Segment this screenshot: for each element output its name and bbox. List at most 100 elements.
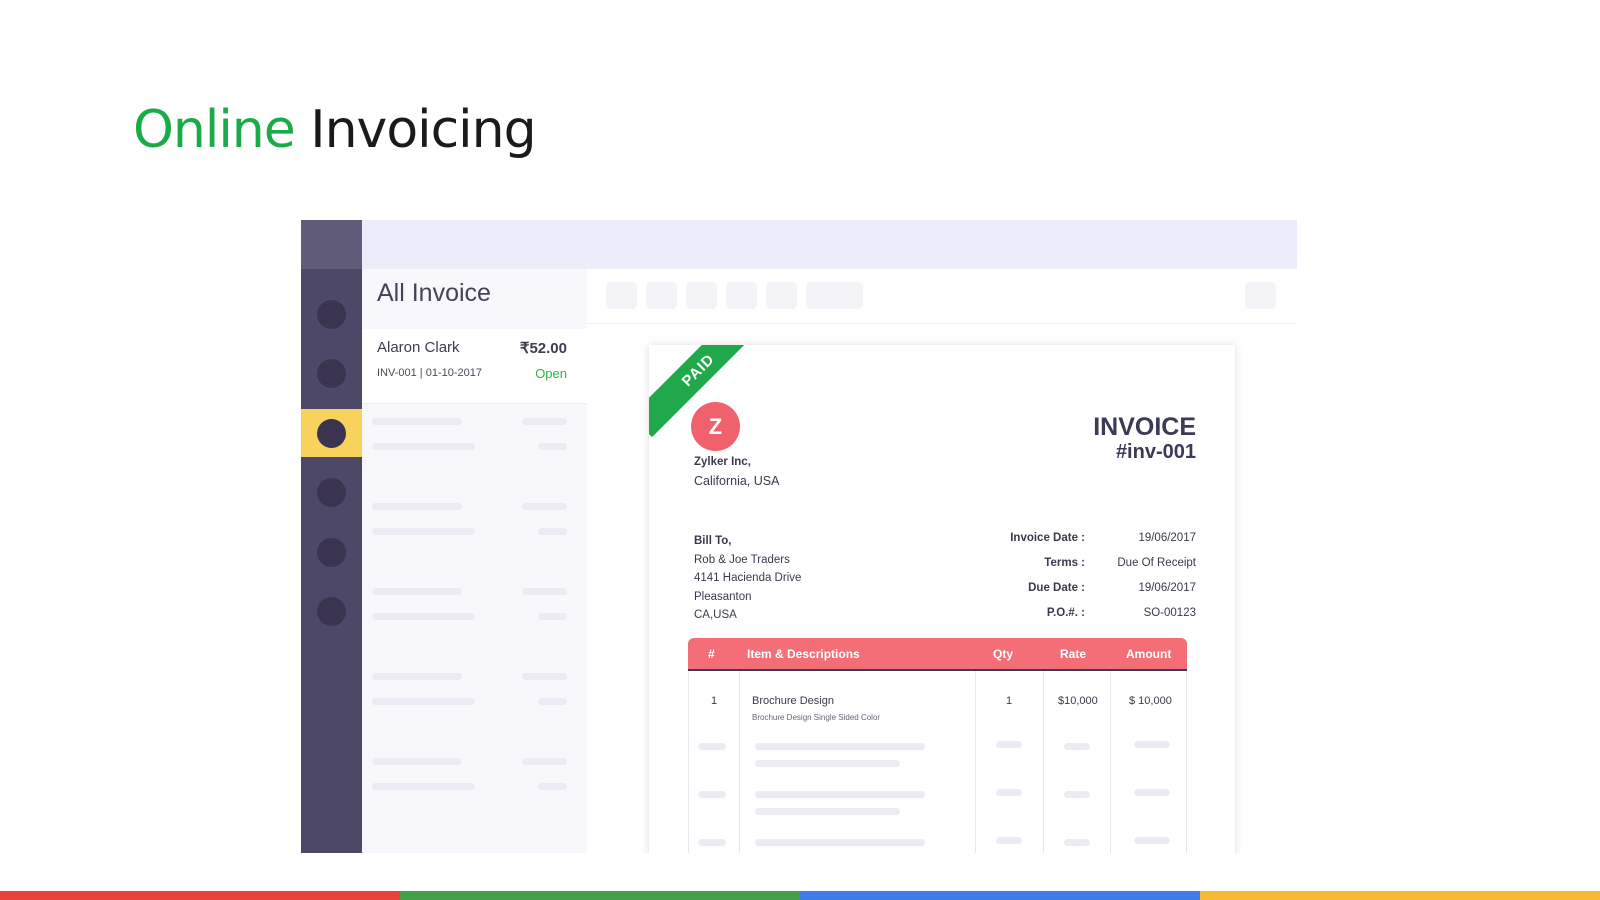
color-segment [0,891,400,900]
company-logo: Z [691,402,740,451]
toolbar-button[interactable] [766,282,797,309]
toolbar-button[interactable] [1245,282,1276,309]
ribbon-label: PAID [678,350,718,390]
bill-to-line: CA,USA [694,609,737,621]
toolbar-button[interactable] [686,282,717,309]
sidebar-item-6[interactable] [301,587,362,635]
app-screenshot: All Invoice Alaron Clark ₹52.00 INV-001 … [301,220,1297,853]
items-table-header: # Item & Descriptions Qty Rate Amount [688,638,1187,671]
placeholder-line [698,743,726,750]
placeholder-line [755,760,900,767]
bill-to-line: Rob & Joe Traders [694,553,790,566]
meta-value: Due Of Receipt [1117,556,1196,569]
nav-icon [317,358,346,388]
placeholder-line [1134,837,1170,844]
sidebar-item-4[interactable] [301,468,362,516]
placeholder-line [1064,743,1090,750]
status-badge: Open [535,366,567,381]
nav-icon [317,537,346,567]
toolbar-button[interactable] [726,282,757,309]
placeholder-line [538,698,567,705]
invoice-toolbar [587,269,1297,324]
toolbar-button[interactable] [606,282,637,309]
bill-to-line: Pleasanton [694,590,752,603]
customer-name: Alaron Clark [377,339,460,356]
sidebar-item-invoices[interactable] [301,409,362,457]
title-accent-word: Online [133,100,296,160]
column-divider [1110,671,1111,853]
placeholder-line [372,443,475,450]
nav-icon [317,418,346,448]
sidebar-header [301,220,362,269]
bill-to-block: Bill To, Rob & Joe Traders 4141 Hacienda… [694,532,801,625]
placeholder-line [538,783,567,790]
meta-label: Terms : [1044,556,1085,569]
placeholder-line [372,673,462,680]
placeholder-line [996,789,1022,796]
invoice-list-item[interactable]: Alaron Clark ₹52.00 INV-001 | 01-10-2017… [362,329,587,404]
placeholder-line [372,418,462,425]
placeholder-line [372,588,462,595]
invoice-meta-table: Invoice Date : 19/06/2017 Terms : Due Of R… [1010,525,1196,625]
column-divider [975,671,976,853]
placeholder-line [1134,789,1170,796]
nav-icon [317,477,346,507]
placeholder-line [1134,741,1170,748]
meta-value: SO-00123 [1143,606,1196,619]
placeholder-line [522,503,567,510]
meta-label: Invoice Date : [1010,531,1085,544]
nav-icon [317,596,346,626]
column-divider [1186,671,1187,853]
col-qty: Qty [993,647,1014,661]
placeholder-line [372,758,462,765]
company-name: Zylker Inc, [694,456,751,468]
row-qty: 1 [1006,695,1013,707]
placeholder-line [538,613,567,620]
placeholder-line [372,613,475,620]
placeholder-line [996,741,1022,748]
placeholder-line [755,743,925,750]
meta-value: 19/06/2017 [1138,531,1196,544]
placeholder-line [755,791,925,798]
invoice-number: #inv-001 [1115,441,1196,463]
column-divider [739,671,740,853]
invoice-title: INVOICE [1093,413,1196,441]
placeholder-line [1064,791,1090,798]
placeholder-line [538,528,567,535]
col-number: # [708,647,715,661]
toolbar-button[interactable] [646,282,677,309]
placeholder-line [1064,839,1090,846]
placeholder-line [372,528,475,535]
placeholder-line [522,758,567,765]
column-divider [688,671,689,853]
meta-label: P.O.#. : [1046,606,1085,619]
placeholder-line [996,837,1022,844]
placeholder-line [522,418,567,425]
sidebar-item-5[interactable] [301,528,362,576]
placeholder-line [755,839,925,846]
color-segment [800,891,1200,900]
sidebar-rail [301,220,362,853]
top-bar [362,220,1297,269]
placeholder-line [698,839,726,846]
placeholder-line [522,588,567,595]
sidebar-item-1[interactable] [301,290,362,338]
meta-row: Invoice Date : 19/06/2017 [1010,525,1196,550]
placeholder-line [522,673,567,680]
meta-row: Due Date : 19/06/2017 [1010,575,1196,600]
meta-label: Due Date : [1028,581,1085,594]
placeholder-line [755,808,900,815]
row-item: Brochure Design [752,695,834,707]
items-table-body: 1 Brochure Design Brochure Design Single… [688,671,1187,853]
color-segment [1200,891,1600,900]
placeholder-line [538,443,567,450]
items-table: # Item & Descriptions Qty Rate Amount 1 … [688,638,1187,853]
toolbar-button[interactable] [806,282,863,309]
col-amount: Amount [1126,647,1172,661]
slide-title: Online Invoicing [133,100,537,160]
placeholder-line [372,503,462,510]
color-bar [0,891,1600,900]
title-word: Invoicing [310,100,536,160]
list-title: All Invoice [377,279,491,307]
sidebar-item-2[interactable] [301,349,362,397]
